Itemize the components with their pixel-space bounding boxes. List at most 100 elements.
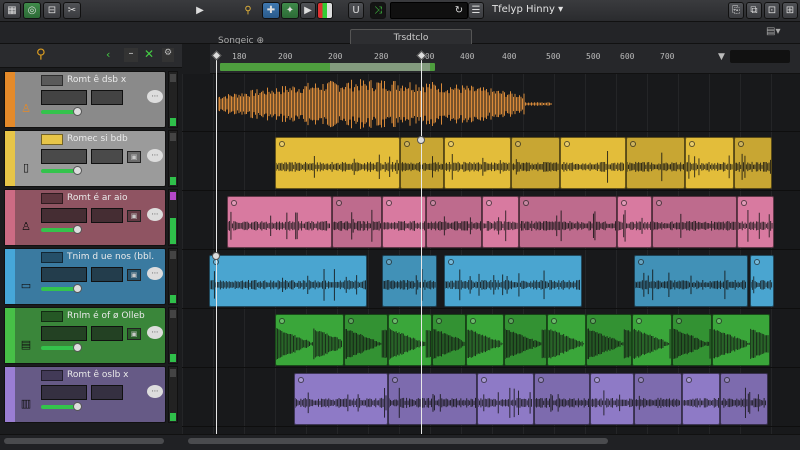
record-enable-block[interactable]	[91, 149, 123, 164]
audio-region[interactable]	[534, 373, 590, 425]
freeze-button[interactable]: ▣	[127, 269, 141, 281]
audio-region[interactable]	[275, 137, 400, 189]
track-header[interactable]: Romt é ar aio ♙ ▣ ⋯	[4, 189, 166, 246]
view-menu-icon[interactable]: ▤▾	[766, 26, 780, 37]
zoom-field[interactable]	[730, 50, 790, 63]
metronome-button[interactable]: U	[348, 2, 364, 19]
tuner-button[interactable]: ⚲	[240, 2, 256, 19]
close-icon[interactable]: ✕	[144, 47, 154, 61]
mixer-button[interactable]: ⊞	[782, 2, 798, 19]
audio-region[interactable]	[590, 373, 634, 425]
project-title[interactable]: Tfelyp Hinny ▾	[492, 4, 563, 15]
record-enable-block[interactable]	[91, 267, 123, 282]
track-list-scrollbar[interactable]	[4, 438, 164, 444]
notepad-button[interactable]: ⎘	[728, 2, 744, 19]
browser-button[interactable]: ⊡	[764, 2, 780, 19]
audio-region[interactable]	[617, 196, 652, 248]
audio-region[interactable]	[432, 314, 466, 366]
search-icon[interactable]: ⚲	[36, 47, 46, 62]
audio-region[interactable]	[519, 196, 617, 248]
mute-solo-block[interactable]	[41, 326, 87, 341]
track-header[interactable]: Romec si bdb ▯ ▣ ⋯	[4, 130, 166, 187]
cycle-button[interactable]: ⤨	[370, 2, 386, 19]
audio-region[interactable]	[382, 196, 426, 248]
audio-region[interactable]	[275, 314, 344, 366]
track-header[interactable]: Romt ê oslb x ▥ ⋯	[4, 366, 166, 423]
comment-icon[interactable]: ⋯	[147, 267, 163, 280]
pan-knob[interactable]	[73, 284, 82, 293]
audio-region[interactable]	[388, 373, 477, 425]
track-name[interactable]: Rnlm é of ø Olleb	[67, 311, 145, 321]
audio-region[interactable]	[712, 314, 770, 366]
pan-knob[interactable]	[73, 166, 82, 175]
comment-icon[interactable]: ⋯	[147, 326, 163, 339]
audio-region[interactable]	[547, 314, 586, 366]
audio-region[interactable]	[586, 314, 632, 366]
audio-region[interactable]	[734, 137, 772, 189]
marker-icon[interactable]: ▼	[718, 52, 725, 62]
audio-region[interactable]	[388, 314, 432, 366]
audio-region[interactable]	[634, 255, 748, 307]
audio-region[interactable]	[626, 137, 685, 189]
track-name[interactable]: Romt ê dsb x	[67, 75, 126, 85]
audio-region[interactable]	[466, 314, 504, 366]
audio-region[interactable]	[682, 373, 720, 425]
audio-region[interactable]	[560, 137, 626, 189]
audio-region[interactable]	[218, 76, 552, 132]
mute-solo-block[interactable]	[41, 385, 87, 400]
audio-region[interactable]	[332, 196, 382, 248]
audio-region[interactable]	[652, 196, 737, 248]
track-name[interactable]: Romt ê oslb x	[67, 370, 129, 380]
arrange-area[interactable]	[182, 74, 800, 434]
rewind-button[interactable]: ▶	[192, 2, 208, 19]
audio-region[interactable]	[444, 137, 511, 189]
audio-region[interactable]	[632, 314, 672, 366]
record-enable-block[interactable]	[91, 208, 123, 223]
audio-region[interactable]	[294, 373, 388, 425]
playhead-handle[interactable]	[212, 252, 220, 260]
pan-knob[interactable]	[73, 107, 82, 116]
track-header[interactable]: Romt ê dsb x ♙ ⋯	[4, 71, 166, 128]
audio-region[interactable]	[400, 137, 444, 189]
mute-solo-block[interactable]	[41, 267, 87, 282]
freeze-button[interactable]: ▣	[127, 151, 141, 163]
audio-region[interactable]	[672, 314, 712, 366]
audio-region[interactable]	[504, 314, 547, 366]
audio-region[interactable]	[382, 255, 437, 307]
comment-icon[interactable]: ⋯	[147, 385, 163, 398]
play-button[interactable]: ▶	[300, 2, 316, 19]
pan-knob[interactable]	[73, 402, 82, 411]
audio-region[interactable]	[511, 137, 560, 189]
playhead[interactable]	[421, 56, 422, 436]
track-name[interactable]: Tnim d ue nos (bbl.	[67, 252, 154, 262]
pan-knob[interactable]	[73, 225, 82, 234]
loop-browser-button[interactable]: ⧉	[746, 2, 762, 19]
library-button[interactable]: ▦	[3, 2, 21, 19]
audio-region[interactable]	[344, 314, 388, 366]
mute-solo-block[interactable]	[41, 90, 87, 105]
record-button[interactable]	[317, 2, 333, 19]
pan-knob[interactable]	[73, 343, 82, 352]
mute-solo-block[interactable]	[41, 208, 87, 223]
comment-icon[interactable]: ⋯	[147, 149, 163, 162]
track-header[interactable]: Tnim d ue nos (bbl. ▭ ▣ ⋯	[4, 248, 166, 305]
track-name[interactable]: Romt é ar aio	[67, 193, 128, 203]
chevron-left-icon[interactable]: ‹	[106, 48, 120, 62]
audio-region[interactable]	[477, 373, 534, 425]
freeze-button[interactable]: ▣	[127, 328, 141, 340]
audio-region[interactable]	[209, 255, 367, 307]
mute-solo-block[interactable]	[41, 149, 87, 164]
comment-icon[interactable]: ⋯	[147, 208, 163, 221]
audio-region[interactable]	[685, 137, 734, 189]
list-editor-button[interactable]: ☰	[468, 2, 484, 19]
editors-button[interactable]: ⊟	[43, 2, 61, 19]
smart-controls-button[interactable]: ◎	[23, 2, 41, 19]
track-header[interactable]: Rnlm é of ø Olleb ▤ ▣ ⋯	[4, 307, 166, 364]
audio-region[interactable]	[634, 373, 682, 425]
arrange-horizontal-scrollbar[interactable]	[188, 438, 608, 444]
audio-region[interactable]	[750, 255, 774, 307]
track-name[interactable]: Romec si bdb	[67, 134, 128, 144]
record-enable-block[interactable]	[91, 90, 123, 105]
count-in-button[interactable]: ↻	[452, 2, 466, 19]
comment-icon[interactable]: ⋯	[147, 90, 163, 103]
